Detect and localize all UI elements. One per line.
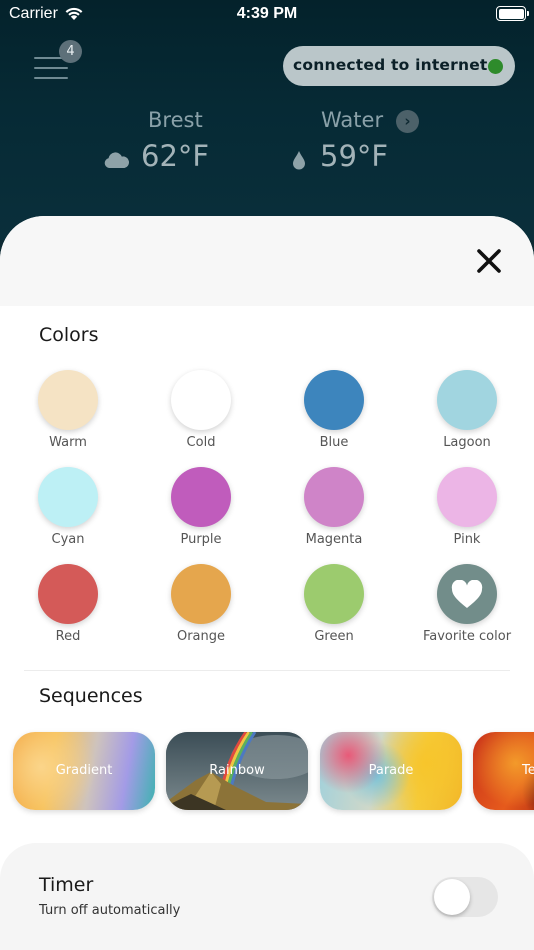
drop-icon <box>293 151 305 170</box>
color-swatch[interactable] <box>171 564 231 624</box>
connection-status-text: connected to internet <box>293 56 488 74</box>
sequences-section-title: Sequences <box>39 685 143 707</box>
color-swatch[interactable] <box>304 467 364 527</box>
notification-badge: 4 <box>59 40 82 63</box>
sequence-card-parade[interactable]: Parade <box>320 732 462 810</box>
color-option-favorite-color[interactable]: Favorite color <box>401 564 531 652</box>
timer-subtitle: Turn off automatically <box>39 903 181 918</box>
color-label: Lagoon <box>443 435 491 450</box>
sequence-label: Gradient <box>55 763 113 778</box>
color-swatch[interactable] <box>304 370 364 430</box>
color-swatch[interactable] <box>38 564 98 624</box>
sequence-card-fire[interactable]: Te <box>473 732 534 810</box>
color-option-blue[interactable]: Blue <box>268 370 398 458</box>
color-label: Blue <box>319 435 349 450</box>
header-background <box>0 0 534 240</box>
heart-icon <box>451 580 483 608</box>
color-option-pink[interactable]: Pink <box>401 467 531 555</box>
cloud-icon <box>104 152 130 168</box>
water-label[interactable]: Water <box>321 108 383 132</box>
sequence-label: Te <box>522 763 534 778</box>
timer-title: Timer <box>39 874 94 896</box>
color-swatch[interactable] <box>304 564 364 624</box>
color-option-green[interactable]: Green <box>268 564 398 652</box>
color-label: Pink <box>453 532 481 547</box>
sequence-label: Parade <box>368 763 414 778</box>
colors-section-title: Colors <box>39 324 99 346</box>
connection-indicator-dot <box>488 59 503 74</box>
section-divider <box>24 670 510 671</box>
toggle-knob <box>434 879 470 915</box>
color-label: Favorite color <box>422 629 512 644</box>
color-option-red[interactable]: Red <box>2 564 132 652</box>
battery-icon <box>496 6 529 21</box>
color-label: Orange <box>176 629 226 644</box>
color-option-magenta[interactable]: Magenta <box>268 467 398 555</box>
color-swatch[interactable] <box>437 467 497 527</box>
color-swatch[interactable] <box>38 467 98 527</box>
color-label: Red <box>55 629 81 644</box>
close-icon[interactable] <box>474 246 504 276</box>
color-label: Warm <box>49 435 87 450</box>
color-swatch[interactable] <box>38 370 98 430</box>
color-swatch[interactable] <box>171 370 231 430</box>
color-option-lagoon[interactable]: Lagoon <box>401 370 531 458</box>
timer-panel: Timer Turn off automatically <box>0 843 534 950</box>
water-temperature: 59°F <box>320 139 389 173</box>
status-time: 4:39 PM <box>236 5 298 22</box>
location-label: Brest <box>148 108 203 132</box>
sequence-card-rainbow[interactable]: Rainbow <box>166 732 308 810</box>
color-option-orange[interactable]: Orange <box>135 564 265 652</box>
sequence-label: Rainbow <box>209 763 265 778</box>
color-swatch[interactable] <box>437 564 497 624</box>
color-label: Cyan <box>51 532 85 547</box>
color-swatch[interactable] <box>171 467 231 527</box>
color-option-warm[interactable]: Warm <box>2 370 132 458</box>
color-label: Green <box>314 629 354 644</box>
location-temperature: 62°F <box>141 139 210 173</box>
color-option-cyan[interactable]: Cyan <box>2 467 132 555</box>
sequence-card-gradient[interactable]: Gradient <box>13 732 155 810</box>
timer-toggle[interactable] <box>432 877 498 917</box>
color-swatch[interactable] <box>437 370 497 430</box>
color-option-purple[interactable]: Purple <box>135 467 265 555</box>
color-label: Cold <box>186 435 216 450</box>
connection-status-pill[interactable]: connected to internet <box>283 46 515 86</box>
color-label: Magenta <box>305 532 363 547</box>
water-chevron-icon[interactable]: › <box>396 110 419 133</box>
lighting-sheet: Colors Warm Cold Blue Lagoon Cyan Purple Magen… <box>0 216 534 950</box>
sheet-header <box>0 216 534 306</box>
color-option-cold[interactable]: Cold <box>135 370 265 458</box>
status-bar: Carrier 4:39 PM <box>0 0 534 28</box>
color-label: Purple <box>180 532 222 547</box>
